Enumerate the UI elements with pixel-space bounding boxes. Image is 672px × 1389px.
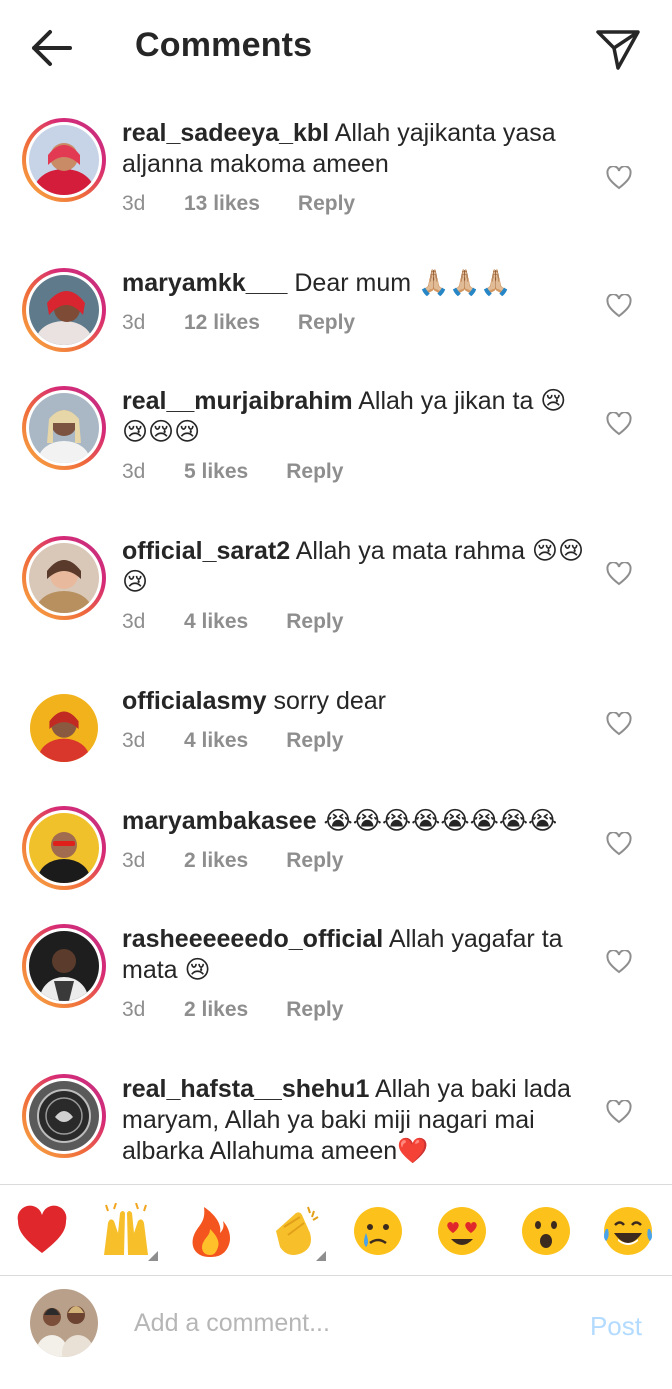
reply-button[interactable]: Reply [286,610,343,634]
comment-text: Dear mum 🙏🏼🙏🏼🙏🏼 [294,269,512,297]
raised-hands-emoji-button[interactable] [98,1203,158,1261]
avatar[interactable] [22,386,106,470]
skin-tone-indicator [316,1251,326,1261]
surprised-face-emoji-icon [522,1207,570,1255]
reply-button[interactable]: Reply [298,192,355,216]
comment-time: 3d [122,460,146,483]
post-button[interactable]: Post [590,1311,642,1342]
comment-likes[interactable]: 12 likes [184,311,260,335]
comment-item: real_sadeeya_kbl Allah yajikanta yasa al… [0,118,672,248]
skin-tone-indicator [148,1251,158,1261]
comments-screen: Comments real_sadeeya_kbl Allah yajikant… [0,0,672,1389]
reply-button[interactable]: Reply [286,729,343,753]
comment-composer: Post [0,1277,672,1389]
paper-plane-icon [596,30,640,70]
heart-emoji-button[interactable] [14,1203,70,1259]
comment-likes[interactable]: 4 likes [184,729,248,753]
reply-button[interactable]: Reply [298,311,355,335]
header: Comments [0,0,672,96]
share-button[interactable] [594,24,642,72]
comment-time: 3d [122,729,146,752]
comment-time: 3d [122,998,146,1021]
my-avatar [30,1289,98,1357]
heart-eyes-emoji-icon [438,1207,486,1255]
comment-item: officialasmy sorry dear 3d 4 likes Reply [0,686,672,796]
crying-face-emoji-icon [354,1207,402,1255]
comment-username[interactable]: real_sadeeya_kbl [122,119,329,147]
avatar[interactable] [22,118,106,202]
heart-outline-icon[interactable] [606,562,632,586]
comment-item: official_sarat2 Allah ya mata rahma 😢😢😢 … [0,536,672,666]
page-title: Comments [135,26,313,64]
crying-face-emoji-button[interactable] [350,1203,406,1259]
comment-username[interactable]: officialasmy [122,687,267,715]
comment-input[interactable] [134,1303,554,1343]
comment-username[interactable]: maryamkk___ [122,269,287,297]
comment-item: real_hafsta__shehu1 Allah ya baki lada m… [0,1074,672,1184]
comment-username[interactable]: maryambakasee [122,807,317,835]
comment-username[interactable]: real__murjaibrahim [122,387,353,415]
heart-outline-icon[interactable] [606,950,632,974]
comment-likes[interactable]: 5 likes [184,460,248,484]
comment-text: 😭😭😭😭😭😭😭😭 [323,807,558,835]
tears-of-joy-emoji-icon [604,1207,652,1255]
avatar[interactable] [22,268,106,352]
comment-time: 3d [122,192,146,215]
comment-username[interactable]: rasheeeeeedo_official [122,925,383,953]
avatar[interactable] [22,1074,106,1158]
comment-likes[interactable]: 13 likes [184,192,260,216]
reply-button[interactable]: Reply [286,460,343,484]
fire-emoji-icon [192,1207,231,1257]
heart-outline-icon[interactable] [606,1100,632,1124]
quick-reactions-bar [0,1184,672,1276]
avatar[interactable] [22,686,106,770]
comment-time: 3d [122,610,146,633]
reply-button[interactable]: Reply [286,849,343,873]
comment-item: maryamkk___ Dear mum 🙏🏼🙏🏼🙏🏼 3d 12 likes Re… [0,268,672,378]
comment-likes[interactable]: 2 likes [184,998,248,1022]
comment-item: real__murjaibrahim Allah ya jikan ta 😢😢😢… [0,386,672,516]
avatar[interactable] [22,536,106,620]
heart-outline-icon[interactable] [606,712,632,736]
comment-text: sorry dear [273,687,387,715]
comment-time: 3d [122,849,146,872]
fire-emoji-button[interactable] [182,1203,238,1259]
tears-of-joy-emoji-button[interactable] [600,1203,656,1259]
heart-outline-icon[interactable] [606,412,632,436]
raised-hands-emoji-icon [104,1203,148,1255]
comment-list[interactable]: real_sadeeya_kbl Allah yajikanta yasa al… [0,96,672,1184]
comment-likes[interactable]: 2 likes [184,849,248,873]
clapping-hands-emoji-button[interactable] [266,1203,326,1261]
comment-item: maryambakasee 😭😭😭😭😭😭😭😭 3d 2 likes Reply [0,806,672,916]
avatar[interactable] [22,806,106,890]
comment-time: 3d [122,311,146,334]
comment-item: rasheeeeeedo_official Allah yagafar ta m… [0,924,672,1054]
heart-eyes-emoji-button[interactable] [434,1203,490,1259]
reply-button[interactable]: Reply [286,998,343,1022]
comment-username[interactable]: official_sarat2 [122,537,290,565]
comment-username[interactable]: real_hafsta__shehu1 [122,1075,369,1103]
heart-outline-icon[interactable] [606,294,632,318]
heart-outline-icon[interactable] [606,832,632,856]
comment-likes[interactable]: 4 likes [184,610,248,634]
arrow-left-icon [32,30,72,66]
back-button[interactable] [24,24,80,72]
clapping-hands-emoji-icon [276,1206,319,1255]
heart-emoji-icon [17,1205,67,1253]
avatar[interactable] [22,924,106,1008]
heart-outline-icon[interactable] [606,166,632,190]
surprised-face-emoji-button[interactable] [518,1203,574,1259]
